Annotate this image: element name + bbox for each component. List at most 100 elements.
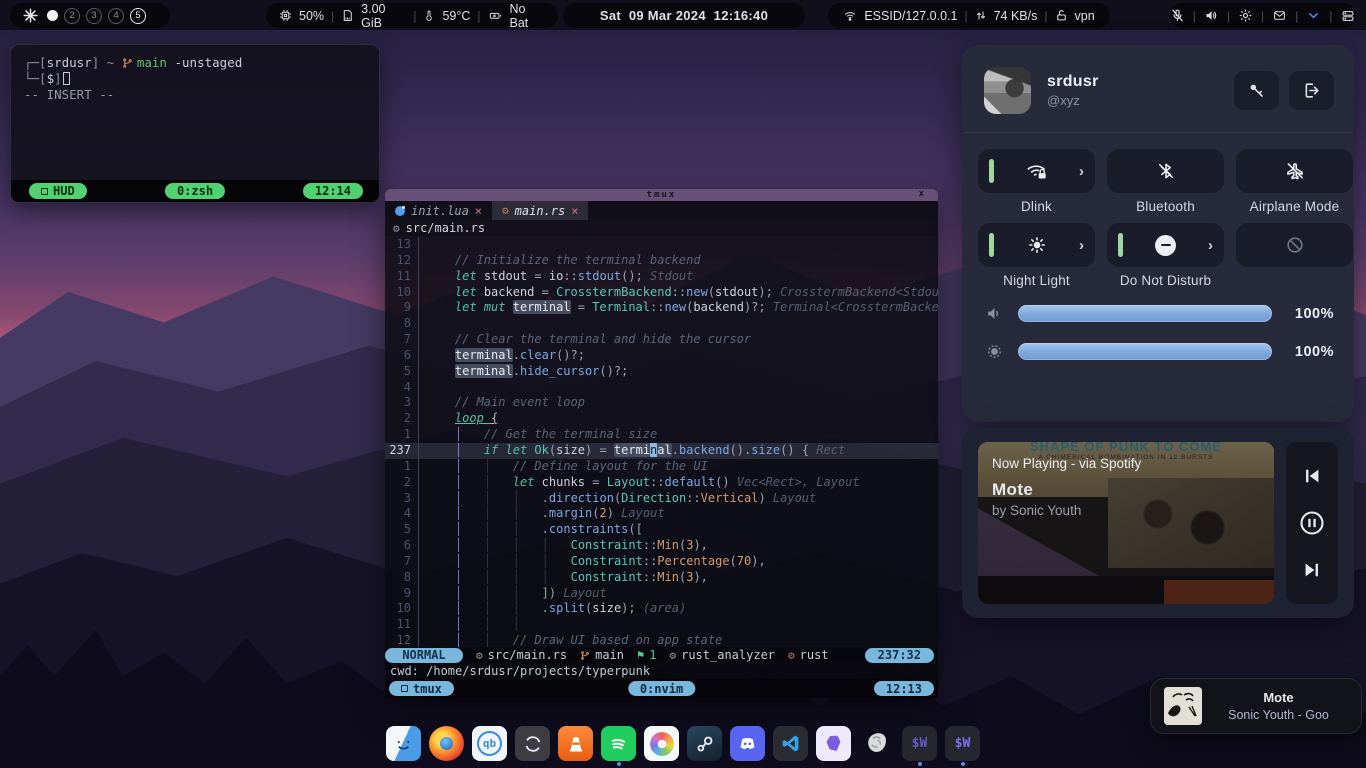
- album-art-card[interactable]: SHAPE OF PUNK TO COME A CHIMERICAL BOMBI…: [978, 442, 1274, 604]
- vi-mode-indicator: -- INSERT --: [24, 87, 114, 102]
- workspace-indicator-2[interactable]: 2: [64, 8, 80, 24]
- code-editor[interactable]: 1312 // Initialize the terminal backend1…: [385, 236, 938, 647]
- toggle-bluetooth[interactable]: [1107, 149, 1224, 193]
- line-number: 4: [385, 506, 419, 522]
- volume-icon[interactable]: [1204, 8, 1219, 23]
- qbittorrent-icon[interactable]: qb: [472, 726, 507, 761]
- cpu-icon: [279, 9, 292, 22]
- dock-item-qbittorrent: qb: [472, 726, 507, 766]
- file-manager-icon[interactable]: [386, 726, 421, 761]
- editor-tab-init.lua[interactable]: init.lua×: [385, 201, 492, 220]
- nvim-window-pill[interactable]: 0:nvim: [628, 681, 695, 696]
- spotify-icon[interactable]: [601, 726, 636, 761]
- line-number: 6: [385, 348, 419, 364]
- obsidian-icon[interactable]: [816, 726, 851, 761]
- chevron-right-icon[interactable]: ›: [1079, 238, 1084, 253]
- steam-icon[interactable]: [687, 726, 722, 761]
- pause-button[interactable]: [1297, 508, 1327, 538]
- line-number: 7: [385, 332, 419, 348]
- line-number: 11: [385, 269, 419, 285]
- logout-icon: [1302, 81, 1321, 100]
- active-indicator: [989, 159, 994, 183]
- settings-icon[interactable]: [1238, 8, 1253, 23]
- vscode-icon[interactable]: [773, 726, 808, 761]
- terminal-cursor: [63, 72, 70, 85]
- media-controls: [1286, 442, 1338, 604]
- mic-muted-icon[interactable]: [1170, 8, 1185, 23]
- branch-icon: [580, 650, 590, 661]
- battery-missing-icon: [488, 9, 503, 22]
- code-line: 13: [385, 237, 938, 253]
- photos-icon[interactable]: [644, 726, 679, 761]
- chevron-right-icon[interactable]: ›: [1208, 238, 1213, 253]
- editor-tab-main.rs[interactable]: ⚙main.rs×: [492, 201, 588, 220]
- vpn-label: vpn: [1075, 9, 1095, 23]
- previous-track-button[interactable]: [1297, 461, 1327, 491]
- vlc-icon[interactable]: [558, 726, 593, 761]
- volume-slider[interactable]: [1018, 305, 1272, 322]
- obs-icon[interactable]: [515, 726, 550, 761]
- git-branch-icon: [122, 57, 133, 69]
- toggle-do-not-disturb[interactable]: ›: [1107, 223, 1224, 267]
- discord-icon[interactable]: [730, 726, 765, 761]
- line-number: 11: [385, 617, 419, 633]
- tab-close-icon[interactable]: ×: [571, 204, 578, 218]
- rust-icon: ⚙: [502, 204, 509, 217]
- deck-icon[interactable]: [1340, 9, 1356, 23]
- tray-pill: |||||: [1170, 3, 1356, 28]
- line-number: 5: [385, 522, 419, 538]
- running-indicator: [617, 762, 621, 766]
- toggle-dlink[interactable]: ›: [978, 149, 1095, 193]
- keyring-button[interactable]: [1234, 71, 1279, 110]
- top-status-bar: 2345 50% | 3.00 GiB | 59°C | No Bat Sat …: [0, 0, 1366, 30]
- line-number: 1: [385, 427, 419, 443]
- active-indicator: [1118, 233, 1123, 257]
- workspace-indicator-5[interactable]: 5: [130, 8, 146, 24]
- firefox-icon[interactable]: [429, 726, 464, 761]
- logout-button[interactable]: [1289, 71, 1334, 110]
- hud-pill[interactable]: HUD: [29, 183, 87, 199]
- toggle-night-light[interactable]: ›: [978, 223, 1095, 267]
- code-line: 3 │ │ │ .direction(Direction::Vertical) …: [385, 491, 938, 507]
- code-line: 9 │ │ │ ]) Layout: [385, 586, 938, 602]
- workspace-indicator-3[interactable]: 3: [86, 8, 102, 24]
- workspace-indicator-1[interactable]: [47, 10, 58, 21]
- control-center-panel: srdusr @xyz ›DlinkBluetoothAirplane Mode…: [962, 45, 1354, 422]
- tmux-editor-window[interactable]: tmux x init.lua×⚙main.rs× ⚙ src/main.rs …: [385, 189, 938, 698]
- terminal-user: srdusr: [47, 55, 92, 70]
- line-number: 13: [385, 237, 419, 253]
- tmux-window-titlebar: tmux x: [385, 189, 938, 201]
- wallet-1-icon[interactable]: $W: [902, 726, 937, 761]
- line-number: 9: [385, 586, 419, 602]
- workspaces-pill: 2345: [10, 3, 170, 28]
- trash-icon[interactable]: [859, 726, 894, 761]
- dock-item-spotify: [601, 726, 636, 766]
- dock-item-file-manager: [386, 726, 421, 766]
- statusline-file: src/main.rs: [488, 648, 567, 662]
- logo-asterisk-icon[interactable]: [23, 8, 38, 23]
- code-line: 12 // Initialize the terminal backend: [385, 253, 938, 269]
- memory-icon: [341, 9, 354, 22]
- mail-icon[interactable]: [1272, 9, 1287, 22]
- toggle-airplane-mode[interactable]: [1236, 149, 1353, 193]
- tmux-session-pill[interactable]: tmux: [389, 681, 454, 696]
- brightness-slider[interactable]: [1018, 343, 1272, 360]
- brightness-value: 100%: [1286, 344, 1334, 360]
- chevron-right-icon[interactable]: ›: [1079, 164, 1084, 179]
- workspace-indicator-4[interactable]: 4: [108, 8, 124, 24]
- toggle-blocked[interactable]: [1236, 223, 1353, 267]
- line-number: 10: [385, 601, 419, 617]
- line-number: 5: [385, 364, 419, 380]
- window-close-button[interactable]: x: [919, 189, 924, 199]
- terminal-window[interactable]: ┌─[srdusr] ~ main -unstaged └─[$] -- INS…: [10, 44, 380, 203]
- tab-close-icon[interactable]: ×: [475, 204, 482, 218]
- chevron-down-icon[interactable]: [1306, 9, 1321, 22]
- running-indicator: [961, 762, 965, 766]
- volume-icon: [984, 304, 1004, 323]
- wallet-2-icon[interactable]: $W: [945, 726, 980, 761]
- avatar[interactable]: [984, 67, 1031, 114]
- next-track-button[interactable]: [1297, 555, 1327, 585]
- breadcrumb-path: src/main.rs: [406, 221, 485, 235]
- zsh-window-pill[interactable]: 0:zsh: [165, 183, 225, 199]
- clock-pill[interactable]: Sat 09 Mar 2024 12:16:40: [563, 3, 805, 28]
